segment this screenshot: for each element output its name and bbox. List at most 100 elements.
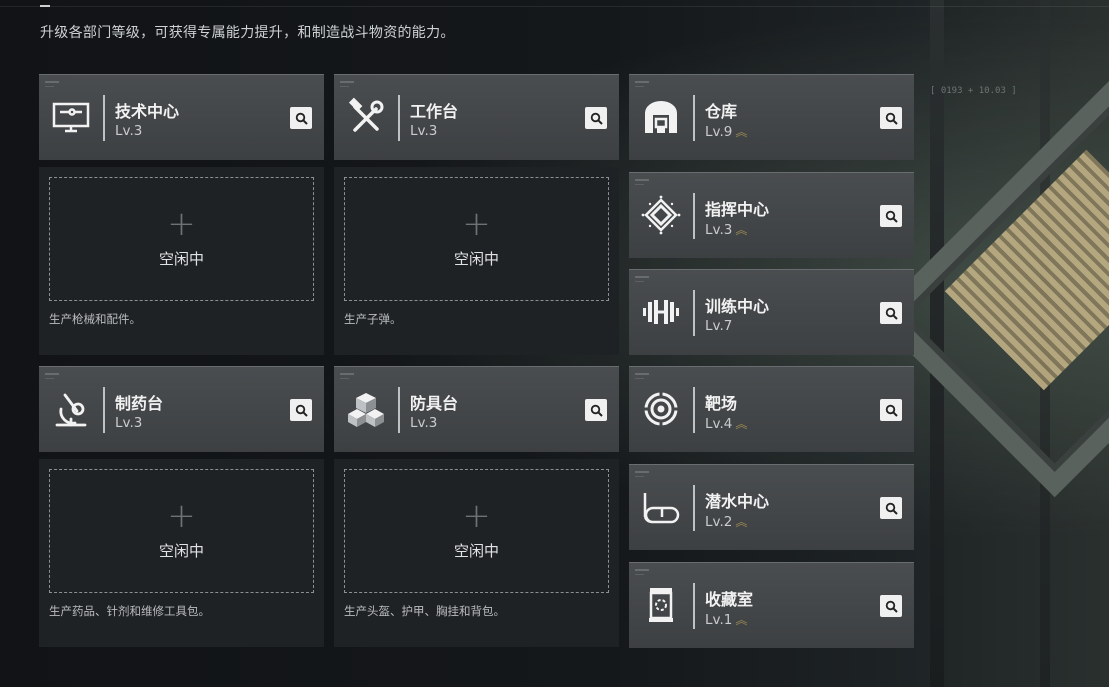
- card-decoration: [340, 81, 354, 83]
- card-decoration: [45, 378, 54, 379]
- production-description: 生产子弹。: [344, 312, 402, 326]
- facility-level: Lv.4: [705, 416, 733, 432]
- card-decoration: [635, 569, 649, 571]
- top-divider: [0, 6, 1109, 7]
- computer-terminal-icon: [51, 97, 91, 137]
- collection-case-icon: [641, 585, 681, 625]
- inspect-button[interactable]: [880, 302, 902, 324]
- card-decoration: [635, 81, 649, 83]
- warehouse-icon: [641, 97, 681, 137]
- search-icon: [885, 210, 898, 223]
- card-decoration: [635, 574, 644, 575]
- search-icon: [885, 404, 898, 417]
- card-divider: [693, 387, 695, 433]
- facility-card-command-center[interactable]: 指挥中心 Lv.3 ︽: [629, 172, 914, 258]
- unit-card-armory[interactable]: 防具台 Lv.3: [334, 366, 619, 452]
- card-divider: [693, 95, 695, 141]
- unit-level: Lv.3: [410, 123, 438, 139]
- inspect-button[interactable]: [585, 399, 607, 421]
- wrench-hammer-icon: [346, 97, 386, 137]
- slot-status: 空闲中: [453, 249, 499, 268]
- facility-card-training-center[interactable]: 训练中心 Lv.7: [629, 269, 914, 355]
- facility-level: Lv.9: [705, 124, 733, 140]
- facility-level-row: Lv.4 ︽: [705, 415, 747, 432]
- facility-card-diving-center[interactable]: 潜水中心 Lv.2 ︽: [629, 464, 914, 550]
- background-coordinates: [ 0193 + 10.03 ]: [930, 86, 1017, 96]
- card-decoration: [340, 378, 349, 379]
- card-divider: [103, 387, 105, 433]
- unit-card-workbench[interactable]: 工作台 Lv.3: [334, 74, 619, 160]
- upgrade-available-icon: ︽: [735, 223, 748, 237]
- plus-icon: +: [167, 203, 196, 244]
- dumbbell-icon: [641, 292, 681, 332]
- facility-level: Lv.3: [705, 222, 733, 238]
- inspect-button[interactable]: [880, 595, 902, 617]
- unit-name: 工作台: [410, 102, 459, 121]
- armor-cubes-icon: [346, 389, 386, 429]
- facility-name: 靶场: [705, 394, 738, 413]
- card-decoration: [635, 471, 649, 473]
- unit-name: 防具台: [410, 394, 459, 413]
- facility-level-row: Lv.2 ︽: [705, 513, 747, 530]
- card-decoration: [635, 378, 644, 379]
- slot-status: 空闲中: [158, 249, 204, 268]
- command-diamond-icon: [641, 195, 681, 235]
- card-decoration: [635, 86, 644, 87]
- upgrade-available-icon: ︽: [735, 125, 748, 139]
- unit-level: Lv.3: [115, 123, 143, 139]
- facility-card-collection-room[interactable]: 收藏室 Lv.1 ︽: [629, 562, 914, 648]
- search-icon: [590, 404, 603, 417]
- card-decoration: [340, 373, 354, 375]
- production-panel-pharmacy: + 空闲中 生产药品、针剂和维修工具包。: [39, 459, 324, 647]
- production-description: 生产头盔、护甲、胸挂和背包。: [344, 604, 505, 618]
- unit-card-pharmacy[interactable]: 制药台 Lv.3: [39, 366, 324, 452]
- unit-level: Lv.3: [115, 415, 143, 431]
- unit-name: 技术中心: [115, 102, 180, 121]
- production-description: 生产药品、针剂和维修工具包。: [49, 604, 210, 618]
- plus-icon: +: [167, 495, 196, 536]
- facility-card-warehouse[interactable]: 仓库 Lv.9 ︽: [629, 74, 914, 160]
- inspect-button[interactable]: [880, 205, 902, 227]
- search-icon: [885, 600, 898, 613]
- card-divider: [693, 485, 695, 531]
- card-divider: [398, 95, 400, 141]
- card-decoration: [635, 179, 649, 181]
- card-decoration: [45, 373, 59, 375]
- card-decoration: [635, 476, 644, 477]
- inspect-button[interactable]: [880, 497, 902, 519]
- inspect-button[interactable]: [880, 107, 902, 129]
- inspect-button[interactable]: [290, 399, 312, 421]
- search-icon: [885, 112, 898, 125]
- card-decoration: [45, 86, 54, 87]
- inspect-button[interactable]: [585, 107, 607, 129]
- production-slot[interactable]: + 空闲中: [49, 469, 314, 593]
- upgrade-available-icon: ︽: [735, 515, 748, 529]
- card-divider: [398, 387, 400, 433]
- facility-card-shooting-range[interactable]: 靶场 Lv.4 ︽: [629, 366, 914, 452]
- production-panel-tech-center: + 空闲中 生产枪械和配件。: [39, 167, 324, 355]
- search-icon: [295, 404, 308, 417]
- card-divider: [103, 95, 105, 141]
- diving-mask-icon: [641, 487, 681, 527]
- facility-name: 潜水中心: [705, 492, 770, 511]
- inspect-button[interactable]: [880, 399, 902, 421]
- card-decoration: [635, 281, 644, 282]
- production-slot[interactable]: + 空闲中: [344, 177, 609, 301]
- facility-level: Lv.7: [705, 318, 733, 334]
- search-icon: [590, 112, 603, 125]
- facility-level: Lv.2: [705, 514, 733, 530]
- target-icon: [641, 389, 681, 429]
- facility-level: Lv.1: [705, 612, 733, 628]
- search-icon: [295, 112, 308, 125]
- upgrade-available-icon: ︽: [735, 417, 748, 431]
- unit-name: 制药台: [115, 394, 164, 413]
- inspect-button[interactable]: [290, 107, 312, 129]
- facility-name: 仓库: [705, 102, 738, 121]
- production-slot[interactable]: + 空闲中: [49, 177, 314, 301]
- card-decoration: [635, 184, 644, 185]
- upgrade-available-icon: ︽: [735, 613, 748, 627]
- production-slot[interactable]: + 空闲中: [344, 469, 609, 593]
- unit-card-tech-center[interactable]: 技术中心 Lv.3: [39, 74, 324, 160]
- facility-level-row: Lv.3 ︽: [705, 221, 747, 238]
- plus-icon: +: [462, 495, 491, 536]
